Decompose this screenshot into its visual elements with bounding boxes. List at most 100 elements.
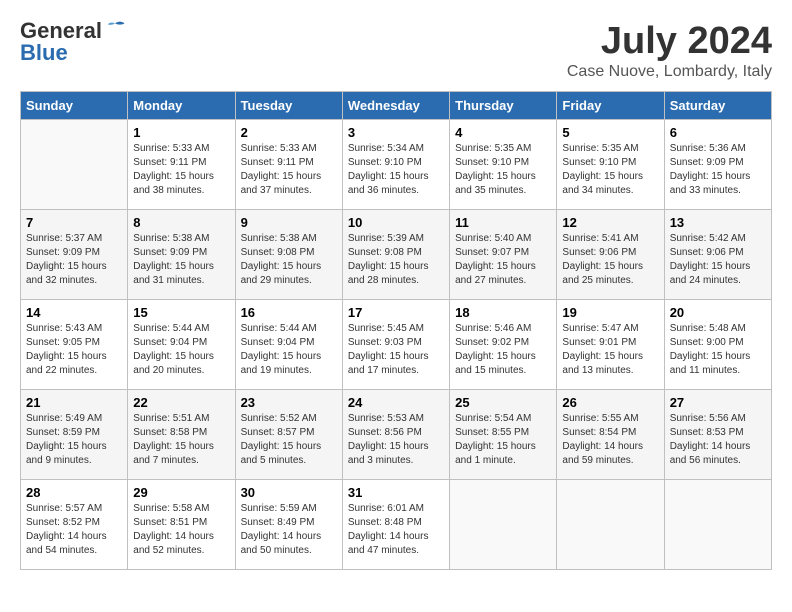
- day-cell: 30 Sunrise: 5:59 AM Sunset: 8:49 PM Dayli…: [235, 480, 342, 570]
- day-number: 15: [133, 305, 229, 320]
- day-cell: 1 Sunrise: 5:33 AM Sunset: 9:11 PM Daylig…: [128, 120, 235, 210]
- column-header-saturday: Saturday: [664, 92, 771, 120]
- day-number: 29: [133, 485, 229, 500]
- week-row-5: 28 Sunrise: 5:57 AM Sunset: 8:52 PM Dayli…: [21, 480, 772, 570]
- day-cell: 2 Sunrise: 5:33 AM Sunset: 9:11 PM Daylig…: [235, 120, 342, 210]
- day-number: 24: [348, 395, 444, 410]
- day-cell: 13Sunrise: 5:42 AM Sunset: 9:06 PM Dayli…: [664, 210, 771, 300]
- day-info: Sunrise: 5:39 AM Sunset: 9:08 PM Dayligh…: [348, 232, 444, 288]
- day-info: Sunrise: 5:57 AM Sunset: 8:52 PM Dayligh…: [26, 502, 122, 558]
- day-cell: 17 Sunrise: 5:45 AM Sunset: 9:03 PM Dayli…: [342, 300, 449, 390]
- day-number: 30: [241, 485, 337, 500]
- day-info: Sunrise: 5:53 AM Sunset: 8:56 PM Dayligh…: [348, 412, 444, 468]
- day-cell: 23 Sunrise: 5:52 AM Sunset: 8:57 PM Dayli…: [235, 390, 342, 480]
- day-number: 31: [348, 485, 444, 500]
- day-number: 2: [241, 125, 337, 140]
- day-number: 3: [348, 125, 444, 140]
- day-number: 10: [348, 215, 444, 230]
- day-cell: [664, 480, 771, 570]
- day-info: Sunrise: 5:43 AM Sunset: 9:05 PM Dayligh…: [26, 322, 122, 378]
- column-header-thursday: Thursday: [450, 92, 557, 120]
- day-cell: 20 Sunrise: 5:48 AM Sunset: 9:00 PM Dayli…: [664, 300, 771, 390]
- day-info: Sunrise: 5:46 AM Sunset: 9:02 PM Dayligh…: [455, 322, 551, 378]
- day-number: 25: [455, 395, 551, 410]
- day-cell: 27Sunrise: 5:56 AM Sunset: 8:53 PM Dayli…: [664, 390, 771, 480]
- day-number: 23: [241, 395, 337, 410]
- day-info: Sunrise: 5:51 AM Sunset: 8:58 PM Dayligh…: [133, 412, 229, 468]
- day-cell: 22 Sunrise: 5:51 AM Sunset: 8:58 PM Dayli…: [128, 390, 235, 480]
- day-info: Sunrise: 5:36 AM Sunset: 9:09 PM Dayligh…: [670, 142, 766, 198]
- day-number: 5: [562, 125, 658, 140]
- calendar-table: SundayMondayTuesdayWednesdayThursdayFrid…: [20, 91, 772, 570]
- day-cell: 14 Sunrise: 5:43 AM Sunset: 9:05 PM Dayli…: [21, 300, 128, 390]
- day-number: 6: [670, 125, 766, 140]
- day-info: Sunrise: 5:33 AM Sunset: 9:11 PM Dayligh…: [241, 142, 337, 198]
- day-cell: 25 Sunrise: 5:54 AM Sunset: 8:55 PM Dayli…: [450, 390, 557, 480]
- day-cell: 4Sunrise: 5:35 AM Sunset: 9:10 PM Daylig…: [450, 120, 557, 210]
- day-info: Sunrise: 5:33 AM Sunset: 9:11 PM Dayligh…: [133, 142, 229, 198]
- day-info: Sunrise: 5:52 AM Sunset: 8:57 PM Dayligh…: [241, 412, 337, 468]
- day-info: Sunrise: 5:37 AM Sunset: 9:09 PM Dayligh…: [26, 232, 122, 288]
- day-info: Sunrise: 5:47 AM Sunset: 9:01 PM Dayligh…: [562, 322, 658, 378]
- day-cell: 9 Sunrise: 5:38 AM Sunset: 9:08 PM Daylig…: [235, 210, 342, 300]
- day-cell: 19Sunrise: 5:47 AM Sunset: 9:01 PM Dayli…: [557, 300, 664, 390]
- title-section: July 2024 Case Nuove, Lombardy, Italy: [567, 20, 772, 81]
- day-number: 9: [241, 215, 337, 230]
- day-number: 1: [133, 125, 229, 140]
- column-header-sunday: Sunday: [21, 92, 128, 120]
- day-number: 20: [670, 305, 766, 320]
- day-number: 21: [26, 395, 122, 410]
- day-info: Sunrise: 5:38 AM Sunset: 9:08 PM Dayligh…: [241, 232, 337, 288]
- day-info: Sunrise: 5:49 AM Sunset: 8:59 PM Dayligh…: [26, 412, 122, 468]
- day-info: Sunrise: 5:42 AM Sunset: 9:06 PM Dayligh…: [670, 232, 766, 288]
- day-cell: 29 Sunrise: 5:58 AM Sunset: 8:51 PM Dayli…: [128, 480, 235, 570]
- day-info: Sunrise: 5:58 AM Sunset: 8:51 PM Dayligh…: [133, 502, 229, 558]
- day-info: Sunrise: 6:01 AM Sunset: 8:48 PM Dayligh…: [348, 502, 444, 558]
- day-cell: 8 Sunrise: 5:38 AM Sunset: 9:09 PM Daylig…: [128, 210, 235, 300]
- week-row-3: 14 Sunrise: 5:43 AM Sunset: 9:05 PM Dayli…: [21, 300, 772, 390]
- month-year-title: July 2024: [567, 20, 772, 63]
- column-header-friday: Friday: [557, 92, 664, 120]
- day-cell: 21 Sunrise: 5:49 AM Sunset: 8:59 PM Dayli…: [21, 390, 128, 480]
- day-info: Sunrise: 5:35 AM Sunset: 9:10 PM Dayligh…: [562, 142, 658, 198]
- day-info: Sunrise: 5:54 AM Sunset: 8:55 PM Dayligh…: [455, 412, 551, 468]
- day-cell: 31 Sunrise: 6:01 AM Sunset: 8:48 PM Dayli…: [342, 480, 449, 570]
- day-info: Sunrise: 5:55 AM Sunset: 8:54 PM Dayligh…: [562, 412, 658, 468]
- location-text: Case Nuove, Lombardy, Italy: [567, 63, 772, 81]
- day-info: Sunrise: 5:56 AM Sunset: 8:53 PM Dayligh…: [670, 412, 766, 468]
- day-info: Sunrise: 5:35 AM Sunset: 9:10 PM Dayligh…: [455, 142, 551, 198]
- day-number: 16: [241, 305, 337, 320]
- day-info: Sunrise: 5:38 AM Sunset: 9:09 PM Dayligh…: [133, 232, 229, 288]
- day-cell: 18Sunrise: 5:46 AM Sunset: 9:02 PM Dayli…: [450, 300, 557, 390]
- logo-general-text: General: [20, 20, 102, 42]
- logo-bird-icon: [104, 18, 126, 40]
- day-cell: 28 Sunrise: 5:57 AM Sunset: 8:52 PM Dayli…: [21, 480, 128, 570]
- day-cell: 26 Sunrise: 5:55 AM Sunset: 8:54 PM Dayli…: [557, 390, 664, 480]
- page-header: General Blue July 2024 Case Nuove, Lomba…: [20, 20, 772, 81]
- day-number: 14: [26, 305, 122, 320]
- week-row-4: 21 Sunrise: 5:49 AM Sunset: 8:59 PM Dayli…: [21, 390, 772, 480]
- day-number: 26: [562, 395, 658, 410]
- day-info: Sunrise: 5:41 AM Sunset: 9:06 PM Dayligh…: [562, 232, 658, 288]
- day-number: 8: [133, 215, 229, 230]
- day-number: 11: [455, 215, 551, 230]
- logo-blue-text: Blue: [20, 42, 68, 64]
- day-cell: 7Sunrise: 5:37 AM Sunset: 9:09 PM Daylig…: [21, 210, 128, 300]
- day-info: Sunrise: 5:48 AM Sunset: 9:00 PM Dayligh…: [670, 322, 766, 378]
- day-info: Sunrise: 5:59 AM Sunset: 8:49 PM Dayligh…: [241, 502, 337, 558]
- day-cell: 10 Sunrise: 5:39 AM Sunset: 9:08 PM Dayli…: [342, 210, 449, 300]
- day-cell: 3 Sunrise: 5:34 AM Sunset: 9:10 PM Daylig…: [342, 120, 449, 210]
- day-number: 22: [133, 395, 229, 410]
- column-header-monday: Monday: [128, 92, 235, 120]
- week-row-2: 7Sunrise: 5:37 AM Sunset: 9:09 PM Daylig…: [21, 210, 772, 300]
- day-cell: [450, 480, 557, 570]
- day-cell: 5 Sunrise: 5:35 AM Sunset: 9:10 PM Daylig…: [557, 120, 664, 210]
- day-cell: 11Sunrise: 5:40 AM Sunset: 9:07 PM Dayli…: [450, 210, 557, 300]
- day-info: Sunrise: 5:44 AM Sunset: 9:04 PM Dayligh…: [241, 322, 337, 378]
- day-cell: 24 Sunrise: 5:53 AM Sunset: 8:56 PM Dayli…: [342, 390, 449, 480]
- day-number: 28: [26, 485, 122, 500]
- day-cell: 12Sunrise: 5:41 AM Sunset: 9:06 PM Dayli…: [557, 210, 664, 300]
- day-number: 17: [348, 305, 444, 320]
- day-info: Sunrise: 5:45 AM Sunset: 9:03 PM Dayligh…: [348, 322, 444, 378]
- day-info: Sunrise: 5:34 AM Sunset: 9:10 PM Dayligh…: [348, 142, 444, 198]
